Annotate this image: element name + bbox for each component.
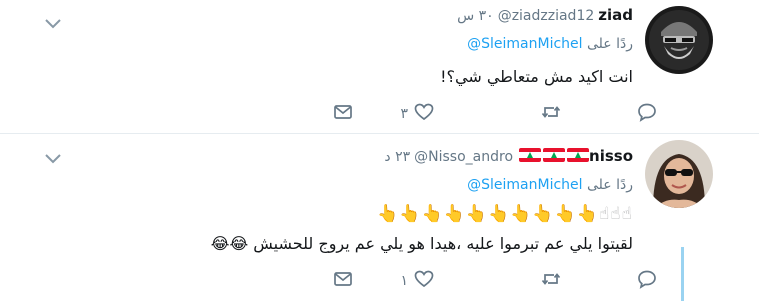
tweet-time[interactable]: ٣٠ س bbox=[457, 8, 494, 24]
avatar[interactable] bbox=[645, 6, 713, 74]
pointing-emoji-line: ☝☝☝👆👆👆👆👆👆👆👆👆👆 bbox=[40, 203, 633, 225]
retweet-icon bbox=[541, 269, 561, 293]
tweet[interactable]: ٢٣ د @Nisso_andro nisso ردًا على @Sleima… bbox=[0, 135, 759, 301]
fullname: nisso bbox=[589, 147, 633, 165]
dm-button[interactable] bbox=[333, 266, 353, 296]
tweet-header: ٣٠ س @ziadzziad12 ziad bbox=[40, 6, 633, 30]
reply-bubble-icon bbox=[637, 102, 657, 126]
retweet-icon bbox=[541, 102, 561, 126]
lebanon-flag-icons bbox=[517, 148, 590, 165]
like-count: ١ bbox=[400, 273, 408, 289]
heart-icon bbox=[414, 269, 434, 293]
pointing-emojis: 👆👆👆👆👆👆👆👆👆👆 bbox=[377, 204, 599, 224]
reply-context: ردًا على @SleimanMichel bbox=[40, 177, 633, 199]
screen-name[interactable]: @ziadzziad12 bbox=[498, 8, 595, 24]
faded-pointing-emojis: ☝☝☝ bbox=[598, 204, 633, 224]
fullname[interactable]: ziad bbox=[598, 6, 633, 24]
tweet-header: ٢٣ د @Nisso_andro nisso bbox=[40, 147, 633, 171]
reply-prefix: ردًا على bbox=[587, 177, 633, 193]
tweet[interactable]: ٣٠ س @ziadzziad12 ziad ردًا على @Sleiman… bbox=[0, 0, 759, 134]
reply-prefix: ردًا على bbox=[587, 36, 633, 52]
envelope-icon bbox=[333, 269, 353, 293]
thread-line bbox=[681, 247, 684, 301]
tweet-content: ٢٣ د @Nisso_andro nisso ردًا على @Sleima… bbox=[40, 147, 633, 255]
tweet-text: انت اكيد مش متعاطي شي؟! bbox=[440, 67, 633, 86]
tweet-content: ٣٠ س @ziadzziad12 ziad ردًا على @Sleiman… bbox=[40, 6, 633, 88]
like-button[interactable]: ١ bbox=[398, 266, 434, 296]
screen-name[interactable]: @Nisso_andro bbox=[414, 149, 513, 165]
lebanon-flag-icon bbox=[519, 148, 542, 162]
like-count: ٣ bbox=[400, 106, 408, 122]
reply-mention-link[interactable]: @SleimanMichel bbox=[467, 177, 582, 193]
laughing-emojis: 😂😂 bbox=[210, 234, 249, 253]
lebanon-flag-icon bbox=[567, 148, 590, 162]
tweet-time[interactable]: ٢٣ د bbox=[384, 149, 410, 165]
tweet-text-main: لقيتوا يلي عم تبرموا عليه ،هيدا هو يلي ع… bbox=[253, 234, 633, 253]
reply-bubble-icon bbox=[637, 269, 657, 293]
retweet-button[interactable] bbox=[525, 99, 561, 129]
envelope-icon bbox=[333, 102, 353, 126]
tweet-actions: ٣ bbox=[330, 99, 656, 129]
tweet-text: لقيتوا يلي عم تبرموا عليه ،هيدا هو يلي ع… bbox=[40, 233, 633, 255]
tweet-actions: ١ bbox=[330, 266, 656, 296]
reply-mention-link[interactable]: @SleimanMichel bbox=[467, 36, 582, 52]
lebanon-flag-icon bbox=[543, 148, 566, 162]
heart-icon bbox=[414, 102, 434, 126]
avatar[interactable] bbox=[645, 140, 713, 208]
dm-button[interactable] bbox=[333, 99, 353, 129]
reply-button[interactable] bbox=[621, 99, 657, 129]
reply-button[interactable] bbox=[621, 266, 657, 296]
retweet-button[interactable] bbox=[525, 266, 561, 296]
fullname-with-flags[interactable]: nisso bbox=[517, 147, 633, 165]
like-button[interactable]: ٣ bbox=[398, 99, 434, 129]
reply-context: ردًا على @SleimanMichel bbox=[40, 36, 633, 58]
